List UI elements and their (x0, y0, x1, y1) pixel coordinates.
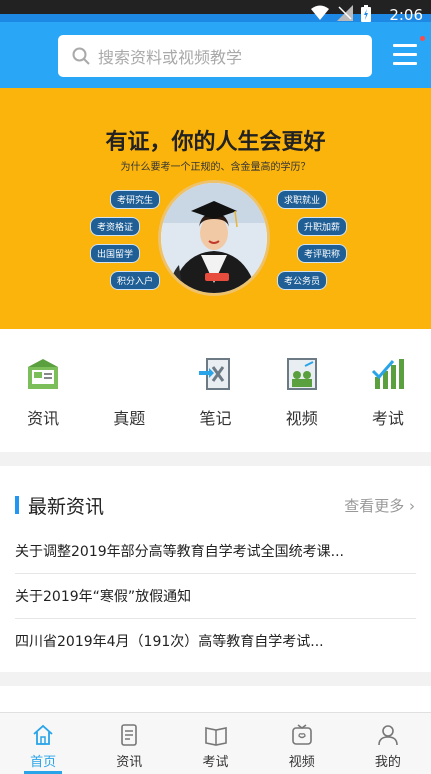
banner-tag: 升职加薪 (297, 217, 348, 236)
tab-label: 视频 (288, 755, 315, 770)
hamburger-icon (393, 44, 417, 47)
tab-label: 我的 (374, 755, 401, 770)
news-title: 最新资讯 (28, 496, 105, 518)
video-icon (286, 358, 317, 390)
tab-home[interactable]: 首页 (0, 713, 86, 774)
menu-button[interactable] (393, 44, 417, 66)
tab-label: 考试 (202, 755, 229, 770)
content-spacer (0, 686, 431, 712)
quick-menu: 资讯 真题 笔记 视频 考试 (0, 329, 431, 452)
section-accent-bar (15, 496, 19, 514)
view-more-link[interactable]: 查看更多 › (344, 495, 415, 516)
bottom-tab-bar: 首页 资讯 考试 视频 我的 (0, 712, 431, 774)
quick-item-video[interactable]: 视频 (259, 329, 345, 452)
graduate-illustration (161, 183, 267, 293)
banner-tag: 考评职称 (297, 244, 348, 263)
exam-paper-icon (112, 357, 146, 391)
news-section: 最新资讯 查看更多 › 关于调整2019年部分高等教育自学考试全国统考课... … (0, 466, 431, 672)
quick-item-label: 视频 (285, 409, 318, 428)
banner-subline: 为什么要考一个正规的、含金量高的学历？ (120, 162, 311, 173)
top-bar: 搜索资料或视频教学 (0, 22, 431, 88)
tab-exam[interactable]: 考试 (172, 713, 258, 774)
banner-tag: 考公务员 (277, 271, 328, 290)
news-item[interactable]: 关于调整2019年部分高等教育自学考试全国统考课... (15, 530, 416, 574)
tab-video[interactable]: 视频 (259, 713, 345, 774)
search-input[interactable]: 搜索资料或视频教学 (58, 35, 372, 77)
quick-item-label: 资讯 (27, 409, 60, 428)
battery-icon (361, 5, 371, 22)
quick-item-label: 考试 (371, 409, 404, 428)
quick-item-exam[interactable]: 考试 (345, 329, 431, 452)
quick-item-label: 笔记 (199, 409, 232, 428)
book-icon (204, 727, 227, 746)
quick-item-news[interactable]: 资讯 (0, 329, 86, 452)
banner-tag: 考研究生 (110, 190, 161, 209)
search-placeholder: 搜索资料或视频教学 (98, 48, 243, 67)
news-tab-icon (121, 724, 138, 746)
graduate-photo (158, 180, 270, 296)
promo-banner[interactable]: 有证，你的人生会更好 为什么要考一个正规的、含金量高的学历？ 考研究生 考资格证… (0, 88, 431, 329)
profile-icon (378, 725, 398, 746)
home-icon (33, 724, 53, 745)
status-icons (311, 5, 371, 22)
banner-headline: 有证，你的人生会更好 (105, 130, 326, 155)
tab-profile[interactable]: 我的 (345, 713, 431, 774)
news-item[interactable]: 关于2019年“寒假”放假通知 (15, 575, 416, 619)
news-item[interactable]: 四川省2019年4月（191次）高等教育自学考试... (15, 620, 416, 664)
banner-tag: 求职就业 (277, 190, 328, 209)
chart-icon (371, 359, 404, 389)
tab-label: 资讯 (116, 755, 143, 770)
banner-tag: 考资格证 (90, 217, 141, 236)
banner-tag: 出国留学 (90, 244, 141, 263)
wifi-icon (311, 5, 329, 20)
video-tab-icon (291, 724, 312, 745)
notes-icon (198, 358, 230, 390)
quick-item-exam-paper[interactable]: 真题 (86, 329, 172, 452)
tab-label: 首页 (30, 755, 57, 770)
notification-dot (420, 36, 425, 41)
tab-news[interactable]: 资讯 (86, 713, 172, 774)
news-header: 最新资讯 查看更多 › (0, 466, 431, 540)
quick-item-notes[interactable]: 笔记 (172, 329, 258, 452)
search-icon (72, 47, 90, 65)
news-icon (28, 359, 59, 389)
quick-item-label: 真题 (113, 409, 146, 428)
signal-icon (337, 5, 353, 21)
banner-tag: 积分入户 (110, 271, 161, 290)
